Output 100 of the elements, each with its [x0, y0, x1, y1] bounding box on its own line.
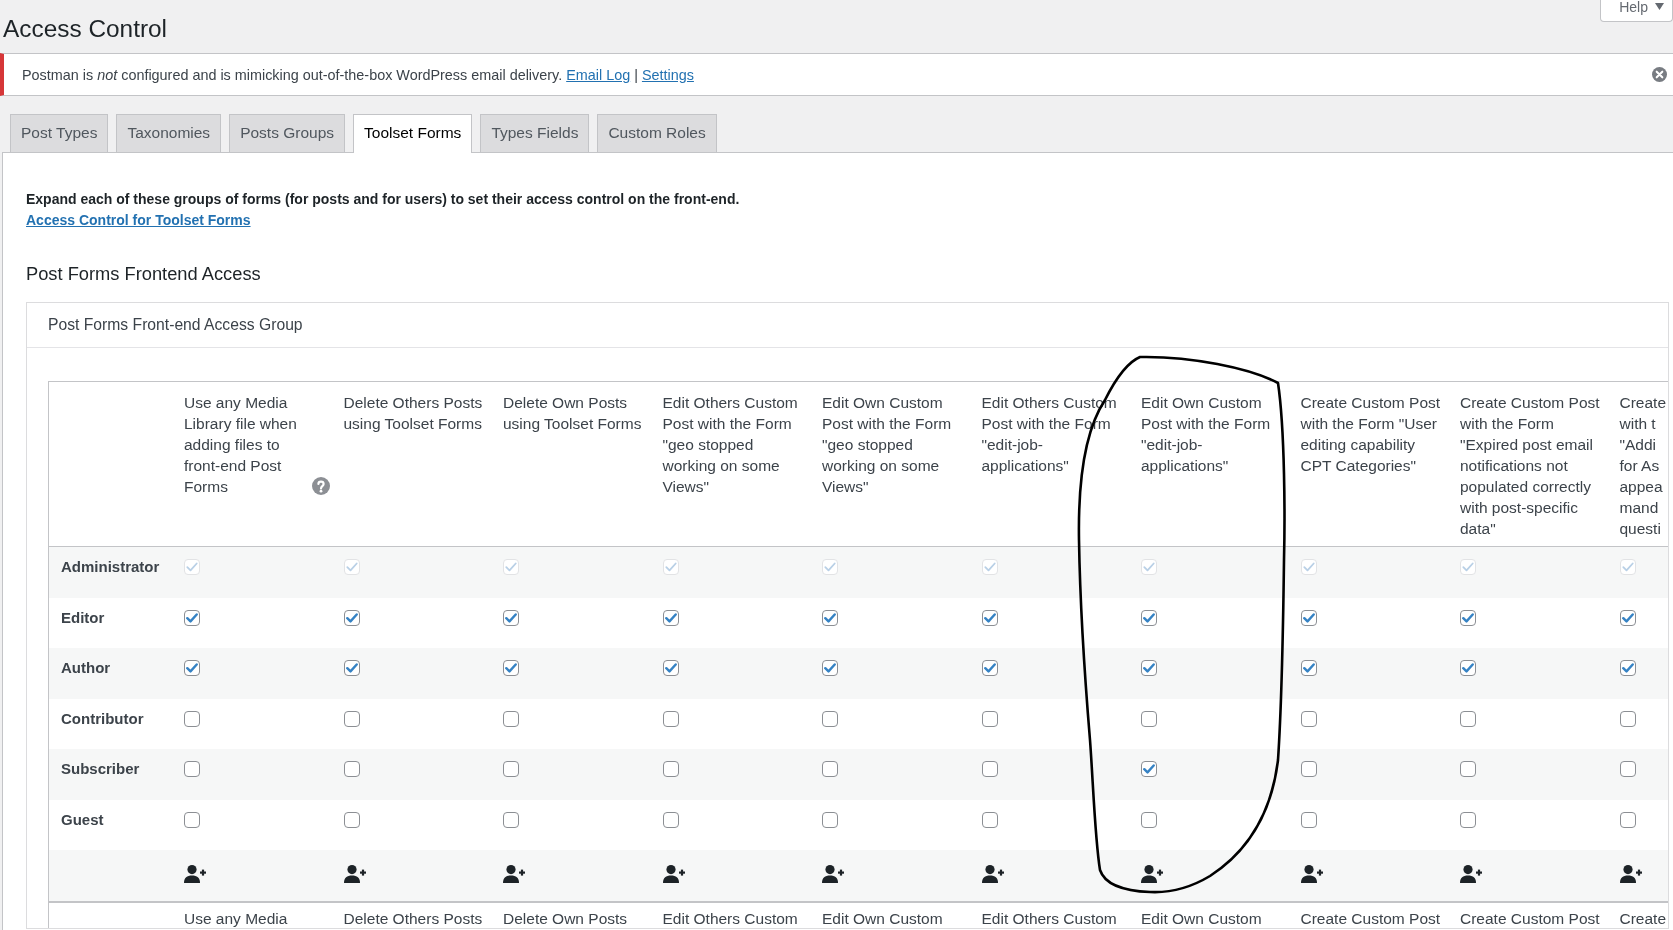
role-label: Editor [60, 609, 106, 626]
checkbox[interactable] [1619, 660, 1636, 676]
role-label: Author [60, 660, 112, 676]
user-plus-icon[interactable] [1141, 865, 1163, 883]
checkbox[interactable] [184, 660, 200, 676]
checkmark-icon [186, 562, 198, 572]
checkbox[interactable] [343, 811, 360, 828]
checkbox[interactable] [822, 811, 838, 828]
checkmark-icon [1143, 562, 1155, 572]
checkbox[interactable] [981, 710, 998, 727]
checkbox[interactable] [184, 761, 200, 777]
user-plus-icon[interactable] [343, 865, 366, 883]
checkmark-icon [824, 663, 836, 673]
checkmark-icon [664, 612, 677, 623]
checkmark-icon [1462, 562, 1474, 572]
checkbox[interactable] [1300, 811, 1317, 828]
checkmark-icon [1621, 663, 1634, 673]
column-header: Edit Own Custom [1141, 909, 1262, 927]
checkbox[interactable] [1460, 811, 1476, 828]
checkbox[interactable] [184, 710, 200, 727]
checkbox[interactable] [1141, 811, 1157, 828]
checkmark-icon [824, 612, 836, 623]
user-plus-icon[interactable] [1460, 865, 1482, 883]
checkbox[interactable] [1141, 710, 1157, 727]
checkbox[interactable] [822, 609, 838, 626]
checkbox[interactable] [503, 811, 519, 828]
checkbox[interactable] [662, 761, 679, 777]
user-plus-icon[interactable] [1619, 865, 1642, 883]
checkbox[interactable] [1619, 710, 1636, 727]
checkbox[interactable] [822, 710, 838, 727]
checkbox[interactable] [981, 660, 998, 676]
checkbox[interactable] [503, 609, 519, 626]
checkbox[interactable] [822, 660, 838, 676]
checkbox[interactable] [184, 811, 200, 828]
notice-link[interactable]: Email Log [566, 66, 631, 83]
checkbox[interactable] [1460, 710, 1476, 727]
user-plus-icon[interactable] [184, 865, 206, 883]
checkbox[interactable] [1619, 609, 1636, 626]
checkbox[interactable] [822, 761, 838, 777]
tab[interactable]: Custom Roles [597, 114, 717, 152]
caret-icon [1655, 3, 1664, 10]
checkbox[interactable] [1460, 660, 1476, 676]
column-header: Delete Others Posts using Toolset Forms [343, 393, 484, 434]
checkmark-icon [345, 562, 358, 572]
checkmark-icon [983, 663, 996, 673]
documentation-link[interactable]: Access Control for Toolset Forms [26, 210, 251, 231]
column-header: Create Custom Post with the Form "Expired post email notifications not populated correctly with post-specific data" [1460, 393, 1601, 539]
checkbox[interactable] [662, 710, 679, 727]
checkbox[interactable] [1619, 811, 1636, 828]
column-header: Use any Media [184, 909, 288, 927]
checkbox[interactable] [343, 710, 360, 727]
user-plus-icon[interactable] [981, 865, 1004, 883]
checkbox[interactable] [184, 609, 200, 626]
notice-link[interactable]: Settings [641, 66, 694, 83]
checkbox[interactable] [1141, 609, 1157, 626]
checkbox[interactable] [981, 761, 998, 777]
tab[interactable]: Post Types [10, 114, 109, 152]
checkmark-icon [1302, 663, 1315, 673]
checkbox[interactable] [343, 761, 360, 777]
column-header: Use any Media Library file when adding files to front-end Post Forms [184, 393, 298, 497]
column-header: Edit Others Custom [662, 909, 798, 927]
user-plus-icon[interactable] [662, 865, 685, 883]
checkbox[interactable] [343, 609, 360, 626]
checkbox[interactable] [662, 811, 679, 828]
tab[interactable]: Toolset Forms [353, 114, 473, 153]
checkbox[interactable] [1300, 609, 1317, 626]
intro-text: Expand each of these groups of forms (for posts and for users) to set their access control on the front-end. [26, 190, 741, 209]
checkbox[interactable] [981, 811, 998, 828]
page-title: Access Control [3, 14, 168, 43]
checkbox[interactable] [1300, 660, 1317, 676]
role-label: Administrator [60, 559, 161, 575]
checkbox[interactable] [1141, 660, 1157, 676]
column-header: Edit Others Custom [981, 909, 1117, 927]
checkbox[interactable] [1141, 761, 1157, 777]
user-plus-icon[interactable] [503, 865, 525, 883]
help-button[interactable]: Help [1600, 0, 1673, 22]
help-icon[interactable] [311, 477, 330, 495]
user-plus-icon[interactable] [822, 865, 844, 883]
checkbox[interactable] [503, 710, 519, 727]
checkmark-icon [345, 663, 358, 673]
column-header: Delete Others Posts [343, 909, 483, 927]
checkbox[interactable] [1460, 609, 1476, 626]
column-header: Edit Own Custom Post with the Form "edit-job-applications" [1141, 393, 1272, 476]
tab[interactable]: Taxonomies [116, 114, 222, 152]
checkbox[interactable] [1300, 761, 1317, 777]
checkbox[interactable] [662, 609, 679, 626]
tab[interactable]: Types Fields [480, 114, 590, 152]
checkbox[interactable] [503, 761, 519, 777]
checkbox[interactable] [981, 609, 998, 626]
checkbox[interactable] [662, 660, 679, 676]
checkmark-icon [505, 612, 517, 623]
user-plus-icon[interactable] [1300, 865, 1323, 883]
checkbox[interactable] [1460, 761, 1476, 777]
checkbox[interactable] [343, 660, 360, 676]
checkbox[interactable] [1300, 710, 1317, 727]
tab[interactable]: Posts Groups [229, 114, 346, 152]
close-icon[interactable] [1652, 67, 1667, 82]
checkbox[interactable] [503, 660, 519, 676]
checkbox[interactable] [1619, 761, 1636, 777]
checkmark-icon [345, 612, 358, 623]
